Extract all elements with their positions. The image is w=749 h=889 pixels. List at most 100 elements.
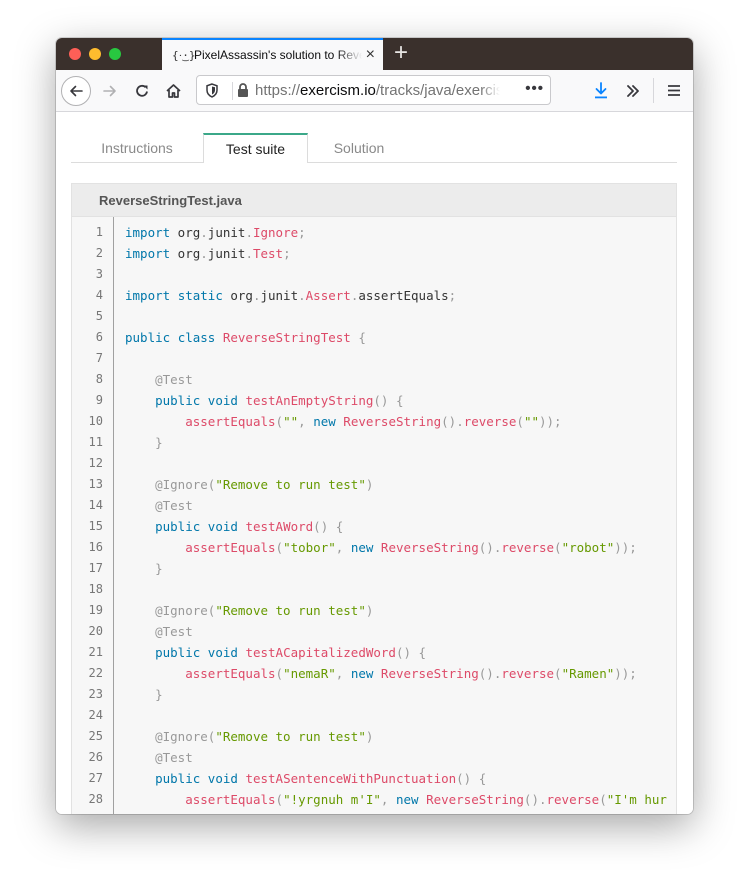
line-number: 28 <box>88 792 103 806</box>
code-token: )); <box>614 540 637 555</box>
code-token: ; <box>448 288 457 303</box>
line-number: 20 <box>88 624 103 638</box>
code-token: ( <box>599 792 607 807</box>
code-token: new <box>350 540 374 555</box>
hamburger-menu-icon <box>668 85 680 96</box>
code-line: 28 assertEquals("!yrgnuh m'I", new Rever… <box>72 789 676 810</box>
code-token: ) <box>365 477 374 492</box>
toolbar-divider <box>653 78 654 103</box>
code-token: static <box>177 288 223 303</box>
code-line: 20 @Test <box>72 621 676 642</box>
zoom-window-button[interactable] <box>109 48 121 60</box>
tab-solution[interactable]: Solution <box>308 133 410 162</box>
code-token: ( <box>554 666 562 681</box>
code-line: 22 assertEquals("nemaR", new ReverseStri… <box>72 663 676 684</box>
code-line: 4 import static org.junit.Assert.assertEq… <box>72 285 676 306</box>
tab-test-suite[interactable]: Test suite <box>203 133 308 163</box>
line-number: 12 <box>88 456 103 470</box>
code-line: 17 } <box>72 558 676 579</box>
code-text: public class ReverseStringTest { <box>125 327 366 348</box>
reload-button[interactable] <box>128 70 156 111</box>
back-button[interactable] <box>59 70 93 111</box>
code-text: } <box>125 432 163 453</box>
line-number: 9 <box>95 393 103 407</box>
navigation-toolbar: https://exercism.io/tracks/java/exercise… <box>56 70 693 112</box>
code-line: 24 <box>72 705 676 726</box>
code-token: @Test <box>155 372 193 387</box>
close-tab-icon[interactable]: × <box>366 46 375 64</box>
url-text[interactable]: https://exercism.io/tracks/java/exercise… <box>255 82 500 99</box>
code-token: class <box>177 330 216 345</box>
url-scheme: https:// <box>255 82 301 99</box>
url-divider <box>232 82 233 100</box>
lock-icon[interactable] <box>237 82 249 98</box>
code-token: . <box>200 225 208 240</box>
code-line: 11 } <box>72 432 676 453</box>
line-number: 18 <box>88 582 103 596</box>
tracking-protection-shield-icon[interactable] <box>205 83 219 98</box>
home-icon <box>165 83 181 98</box>
url-bar[interactable]: https://exercism.io/tracks/java/exercise… <box>196 75 551 105</box>
code-token: { <box>358 330 366 345</box>
code-token: assertEquals <box>185 666 276 681</box>
line-number: 10 <box>88 414 103 428</box>
code-line: 15 public void testAWord() { <box>72 516 676 537</box>
url-host: exercism.io <box>300 82 376 99</box>
downloads-button[interactable] <box>588 70 614 111</box>
code-token: () <box>373 393 389 408</box>
code-filename: ReverseStringTest.java <box>72 184 676 217</box>
code-text: public void testACapitalizedWord() { <box>125 642 426 663</box>
line-number: 8 <box>95 372 103 386</box>
code-token: ( <box>275 666 284 681</box>
page-actions-icon[interactable]: ••• <box>525 80 544 97</box>
code-token: @Test <box>155 498 193 513</box>
code-text: public void testAnEmptyString() { <box>125 390 403 411</box>
code-text: @Ignore("Remove to run test") <box>125 600 373 621</box>
code-token: org <box>222 288 253 303</box>
code-token: ReverseStringTest <box>222 330 351 345</box>
code-line: 27 public void testASentenceWithPunctuat… <box>72 768 676 789</box>
code-token: ; <box>298 225 306 240</box>
code-token: "nemaR" <box>283 666 336 681</box>
browser-tab-active[interactable]: {·͜·} PixelAssassin's solution to Revers… <box>162 38 383 70</box>
new-tab-button[interactable]: + <box>394 41 408 65</box>
home-button[interactable] <box>159 70 187 111</box>
code-line: 10 assertEquals("", new ReverseString().… <box>72 411 676 432</box>
code-text: } <box>125 684 163 705</box>
code-token: (). <box>478 666 502 681</box>
code-text: assertEquals("nemaR", new ReverseString(… <box>125 663 637 684</box>
tab-instructions[interactable]: Instructions <box>71 133 203 162</box>
overflow-menu-button[interactable] <box>620 70 646 111</box>
code-token: "Ramen" <box>561 666 615 681</box>
line-number: 22 <box>88 666 103 680</box>
code-token: () <box>456 771 472 786</box>
forward-button[interactable] <box>96 70 124 111</box>
code-token: } <box>155 561 163 576</box>
line-number: 6 <box>95 330 103 344</box>
code-token: org <box>170 225 201 240</box>
code-token: "Remove to run test" <box>215 477 366 492</box>
minimize-window-button[interactable] <box>89 48 101 60</box>
code-token: { <box>478 771 487 786</box>
code-token: "!yrgnuh m'I" <box>283 792 381 807</box>
code-text: assertEquals("tobor", new ReverseString(… <box>125 537 637 558</box>
code-line: 29 } <box>72 810 676 814</box>
app-menu-button[interactable] <box>660 70 688 111</box>
close-window-button[interactable] <box>69 48 81 60</box>
code-token: public <box>155 393 201 408</box>
code-token: ( <box>554 540 562 555</box>
code-token: public <box>125 330 171 345</box>
code-token: void <box>207 519 238 534</box>
